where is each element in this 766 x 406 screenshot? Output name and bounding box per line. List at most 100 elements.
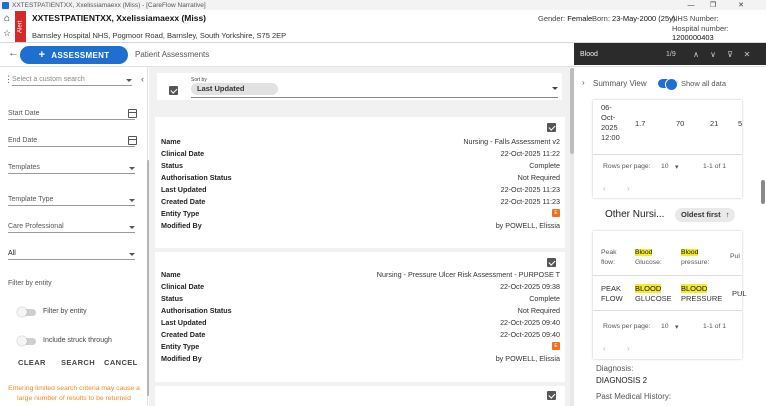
card-row-last-updated: Last Updated 22-Oct-2025 11:23 xyxy=(161,185,560,195)
next-page-icon[interactable]: › xyxy=(627,184,630,193)
include-struck-toggle[interactable] xyxy=(17,336,36,346)
app-icon xyxy=(2,1,9,9)
reading-date-line: 06- xyxy=(601,103,612,112)
template-type-label: Template Type xyxy=(8,196,54,203)
status-label: Status xyxy=(161,294,183,303)
authorisation-value: Not Required xyxy=(517,173,560,182)
assessment-checkbox[interactable] xyxy=(547,258,556,267)
end-date-label: End Date xyxy=(8,137,38,144)
care-professional-label: Care Professional xyxy=(8,223,64,230)
sort-select[interactable]: Last Updated xyxy=(191,83,278,95)
all-label: All xyxy=(8,250,16,257)
rows-per-page-select[interactable]: 10 xyxy=(661,163,669,170)
oldest-first-button[interactable]: Oldest first ↑ xyxy=(675,208,736,222)
custom-search-select[interactable]: Select a custom search xyxy=(12,72,132,86)
assessment-checkbox[interactable] xyxy=(547,123,556,132)
calendar-icon[interactable] xyxy=(128,109,137,118)
authorisation-label: Authorisation Status xyxy=(161,306,232,315)
search-button[interactable]: SEARCH xyxy=(61,358,95,367)
entity-badge: E xyxy=(552,342,560,350)
rows-per-page-select[interactable]: 10 xyxy=(661,323,669,330)
assessment-card[interactable]: Name Nursing - Falls Assessment v2 Clinic… xyxy=(155,117,565,248)
reading-value: 1.7 xyxy=(635,119,646,128)
rows-per-page-label: Rows per page: xyxy=(603,323,651,330)
prev-page-icon[interactable]: ‹ xyxy=(603,184,606,193)
diagnosis-value: DIAGNOSIS 2 xyxy=(596,376,648,385)
assessment-card[interactable]: Name Nursing - Pressure Ulcer Risk Assess… xyxy=(155,252,565,382)
past-medical-history-label: Past Medical History: xyxy=(596,392,672,401)
restore-icon[interactable]: ❐ xyxy=(702,0,724,10)
created-date-value: 22-Oct-2025 11:23 xyxy=(500,197,560,206)
rows-per-page-label: Rows per page: xyxy=(603,163,651,170)
status-value: Complete xyxy=(529,161,560,170)
chevron-down-icon[interactable] xyxy=(552,87,558,90)
chevron-down-icon xyxy=(126,79,132,82)
reading-value: 5 xyxy=(738,119,743,128)
summary-scrollbar[interactable] xyxy=(761,180,765,204)
last-updated-label: Last Updated xyxy=(161,318,207,327)
filter-by-entity-toggle[interactable] xyxy=(17,307,36,317)
clear-button[interactable]: CLEAR xyxy=(18,358,46,367)
cell-line: FLOW xyxy=(601,294,623,303)
show-all-label: Show all data xyxy=(681,79,727,88)
find-close-icon[interactable]: ✕ xyxy=(741,47,753,61)
hospital-label: Hospital number: xyxy=(672,24,729,33)
calendar-icon[interactable] xyxy=(128,136,137,145)
diagnosis-label: Diagnosis: xyxy=(596,364,634,373)
clinical-date-label: Clinical Date xyxy=(161,282,205,291)
hospital-value: 1200000403 xyxy=(672,33,714,42)
prev-page-icon[interactable]: ‹ xyxy=(603,344,606,353)
minimize-icon[interactable]: — xyxy=(680,0,702,10)
select-all-checkbox[interactable] xyxy=(169,86,178,95)
home-icon[interactable]: ⌂ xyxy=(1,11,13,25)
card-row-last-updated: Last Updated 22-Oct-2025 09:40 xyxy=(161,318,560,328)
created-date-label: Created Date xyxy=(161,197,206,206)
start-date-field[interactable]: Start Date xyxy=(8,106,137,120)
page-range: 1-1 of 1 xyxy=(703,323,727,330)
find-input[interactable]: Blood xyxy=(580,51,598,58)
other-nursing-table-card: Peak flow: Blood Glucose: Blood pressure: P… xyxy=(593,231,747,359)
templates-select[interactable]: Templates xyxy=(8,160,135,174)
chevron-down-icon[interactable]: ▾ xyxy=(675,163,678,171)
find-filter-icon[interactable]: ⊽ xyxy=(724,47,736,61)
col-header-blood-pressure: Blood pressure: xyxy=(681,248,709,268)
alert-badge[interactable]: Alert xyxy=(15,11,26,42)
find-next-icon[interactable]: ∨ xyxy=(707,47,719,61)
card-row-entity: Entity Type xyxy=(161,209,560,219)
chevron-right-icon[interactable]: › xyxy=(582,78,585,87)
all-select[interactable]: All xyxy=(8,246,135,260)
born-label: Born: xyxy=(592,14,610,23)
chevron-down-icon[interactable]: ▾ xyxy=(675,323,678,331)
card-row-created: Created Date 22-Oct-2025 09:40 xyxy=(161,330,560,340)
col-header-line: Blood xyxy=(681,249,699,256)
back-arrow-icon[interactable]: ← xyxy=(8,47,19,59)
collapse-panel-icon[interactable]: ‹ xyxy=(141,74,144,84)
assessment-card[interactable] xyxy=(155,386,565,406)
next-page-icon[interactable]: › xyxy=(627,344,630,353)
window-title: XXTESTPATIENTXX, Xxelissiamaexx (Miss) -… xyxy=(12,1,206,9)
col-header-line: flow: xyxy=(601,259,615,266)
hospital-info: Hospital number: 1200000403 xyxy=(672,24,766,42)
care-professional-select[interactable]: Care Professional xyxy=(8,219,135,233)
cell-line: PEAK xyxy=(601,284,622,293)
born-value: 23-May-2000 (25y) xyxy=(612,14,676,23)
cell-line: GLUCOSE xyxy=(635,294,672,303)
show-all-toggle[interactable] xyxy=(658,78,678,91)
end-date-field[interactable]: End Date xyxy=(8,133,137,147)
results-scrollbar-thumb[interactable] xyxy=(570,68,574,154)
close-window-icon[interactable]: ✕ xyxy=(730,0,752,10)
star-icon[interactable]: ☆ xyxy=(1,27,13,39)
name-value: Nursing - Pressure Ulcer Risk Assessment… xyxy=(376,270,560,279)
add-assessment-label: ASSESSMENT xyxy=(51,50,110,60)
assessment-checkbox[interactable] xyxy=(547,391,556,400)
find-previous-icon[interactable]: ∧ xyxy=(690,47,702,61)
results-scrollbar[interactable] xyxy=(570,68,574,406)
card-row-modified: Modified By by POWELL, Elissia xyxy=(161,221,560,231)
card-row-modified: Modified By by POWELL, Elissia xyxy=(161,354,560,364)
cell-line: BLOOD xyxy=(635,284,662,293)
template-type-select[interactable]: Template Type xyxy=(8,192,135,206)
cancel-button[interactable]: CANCEL xyxy=(104,358,138,367)
entity-badge: E xyxy=(552,209,560,217)
add-assessment-button[interactable]: + ASSESSMENT xyxy=(20,46,128,64)
card-row-authorisation: Authorisation Status Not Required xyxy=(161,173,560,183)
